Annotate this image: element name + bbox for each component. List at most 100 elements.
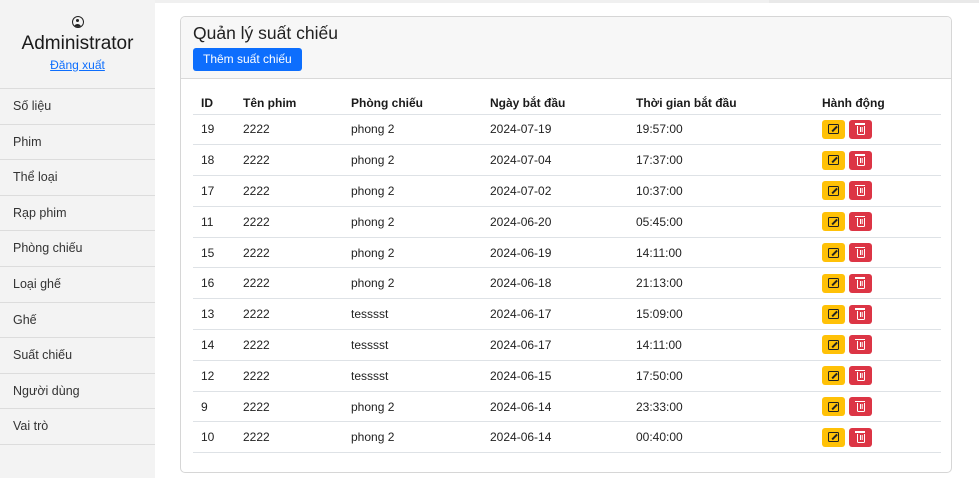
delete-button[interactable] (849, 427, 873, 447)
trash-icon (855, 215, 866, 228)
trash-icon (855, 123, 866, 135)
trash-icon (855, 308, 866, 320)
cell-date: 2024-07-04 (482, 144, 628, 177)
logout-link[interactable]: Đăng xuất (50, 58, 105, 72)
delete-button[interactable] (849, 150, 873, 170)
header-id: ID (193, 92, 235, 115)
sidebar: Administrator Đăng xuất Số liệu Phim Thể l… (0, 0, 155, 478)
edit-button[interactable] (822, 181, 845, 201)
cell-actions (814, 298, 941, 331)
cell-date: 2024-07-19 (482, 114, 628, 146)
sidebar-item-loai-ghe[interactable]: Loại ghế (0, 267, 155, 303)
cell-time: 14:11:00 (628, 237, 814, 269)
edit-icon (828, 401, 839, 412)
cell-actions (814, 421, 941, 454)
cell-id: 18 (193, 144, 235, 177)
delete-button[interactable] (849, 119, 873, 139)
cell-id: 13 (193, 298, 235, 331)
edit-button[interactable] (822, 119, 845, 139)
delete-button[interactable] (849, 366, 873, 386)
edit-button[interactable] (822, 366, 845, 386)
trash-icon (855, 431, 866, 443)
cell-actions (814, 237, 941, 269)
edit-button[interactable] (822, 243, 845, 263)
edit-icon (828, 370, 839, 381)
edit-button[interactable] (822, 304, 845, 324)
cell-date: 2024-06-17 (482, 329, 628, 361)
table-row: 11 2222 phong 2 2024-06-20 05:45:00 (193, 206, 941, 238)
sidebar-item-the-loai[interactable]: Thể loại (0, 160, 155, 196)
cell-id: 17 (193, 175, 235, 207)
cell-time: 15:09:00 (628, 298, 814, 331)
sidebar-item-phim[interactable]: Phim (0, 125, 155, 161)
showtimes-card: Quản lý suất chiếu Thêm suất chiếu ID Tê… (180, 16, 952, 473)
cell-movie: 2222 (235, 391, 343, 423)
cell-time: 23:33:00 (628, 391, 814, 423)
edit-icon (828, 185, 839, 196)
sidebar-item-phong-chieu[interactable]: Phòng chiếu (0, 231, 155, 267)
cell-time: 19:57:00 (628, 114, 814, 146)
sidebar-item-so-lieu[interactable]: Số liệu (0, 89, 155, 125)
table-row: 17 2222 phong 2 2024-07-02 10:37:00 (193, 175, 941, 207)
delete-button[interactable] (849, 243, 873, 263)
table-row: 18 2222 phong 2 2024-07-04 17:37:00 (193, 144, 941, 177)
cell-date: 2024-06-15 (482, 360, 628, 392)
sidebar-item-rap-phim[interactable]: Rạp phim (0, 196, 155, 232)
top-frame-line-right (769, 0, 979, 3)
cell-time: 00:40:00 (628, 421, 814, 454)
sidebar-nav: Số liệu Phim Thể loại Rạp phim Phòng chiếu Lo… (0, 89, 155, 445)
cell-id: 10 (193, 421, 235, 454)
trash-icon (855, 184, 866, 197)
header-room: Phòng chiếu (343, 92, 482, 115)
cell-actions (814, 391, 941, 423)
cell-room: phong 2 (343, 391, 482, 423)
table-row: 13 2222 tesssst 2024-06-17 15:09:00 (193, 298, 941, 331)
showtimes-table: ID Tên phim Phòng chiếu Ngày bắt đầu Thờ… (193, 92, 941, 454)
cell-actions (814, 114, 941, 146)
cell-room: phong 2 (343, 237, 482, 269)
cell-date: 2024-06-17 (482, 298, 628, 331)
trash-icon (855, 246, 866, 259)
sidebar-item-nguoi-dung[interactable]: Người dùng (0, 374, 155, 410)
delete-button[interactable] (849, 181, 873, 201)
edit-button[interactable] (822, 397, 845, 417)
cell-date: 2024-07-02 (482, 175, 628, 207)
sidebar-item-suat-chieu[interactable]: Suất chiếu (0, 338, 155, 374)
edit-icon (828, 247, 839, 258)
cell-time: 21:13:00 (628, 267, 814, 300)
cell-room: tesssst (343, 298, 482, 331)
delete-button[interactable] (849, 397, 873, 417)
trash-icon (855, 277, 866, 289)
delete-button[interactable] (849, 335, 873, 355)
table-header-row: ID Tên phim Phòng chiếu Ngày bắt đầu Thờ… (193, 92, 941, 115)
table-row: 19 2222 phong 2 2024-07-19 19:57:00 (193, 114, 941, 146)
page-title: Quản lý suất chiếu (193, 23, 338, 43)
delete-button[interactable] (849, 273, 873, 293)
table-row: 15 2222 phong 2 2024-06-19 14:11:00 (193, 237, 941, 269)
table-body: 19 2222 phong 2 2024-07-19 19:57:00 18 2222 ph… (193, 114, 941, 454)
header-date: Ngày bắt đầu (482, 92, 628, 115)
edit-button[interactable] (822, 273, 845, 293)
cell-actions (814, 360, 941, 392)
cell-time: 10:37:00 (628, 175, 814, 207)
edit-button[interactable] (822, 335, 845, 355)
cell-movie: 2222 (235, 329, 343, 361)
sidebar-item-ghe[interactable]: Ghế (0, 303, 155, 339)
cell-date: 2024-06-18 (482, 267, 628, 300)
edit-icon (828, 155, 839, 166)
cell-room: phong 2 (343, 175, 482, 207)
cell-id: 16 (193, 267, 235, 300)
add-showtime-button[interactable]: Thêm suất chiếu (193, 48, 302, 71)
edit-button[interactable] (822, 150, 845, 170)
table-row: 14 2222 tesssst 2024-06-17 14:11:00 (193, 329, 941, 361)
delete-button[interactable] (849, 212, 873, 232)
cell-movie: 2222 (235, 206, 343, 238)
cell-id: 11 (193, 206, 235, 238)
sidebar-item-vai-tro[interactable]: Vai trò (0, 409, 155, 445)
delete-button[interactable] (849, 304, 873, 324)
trash-icon (855, 338, 866, 351)
edit-button[interactable] (822, 427, 845, 447)
cell-date: 2024-06-14 (482, 421, 628, 454)
cell-movie: 2222 (235, 175, 343, 207)
edit-button[interactable] (822, 212, 845, 232)
